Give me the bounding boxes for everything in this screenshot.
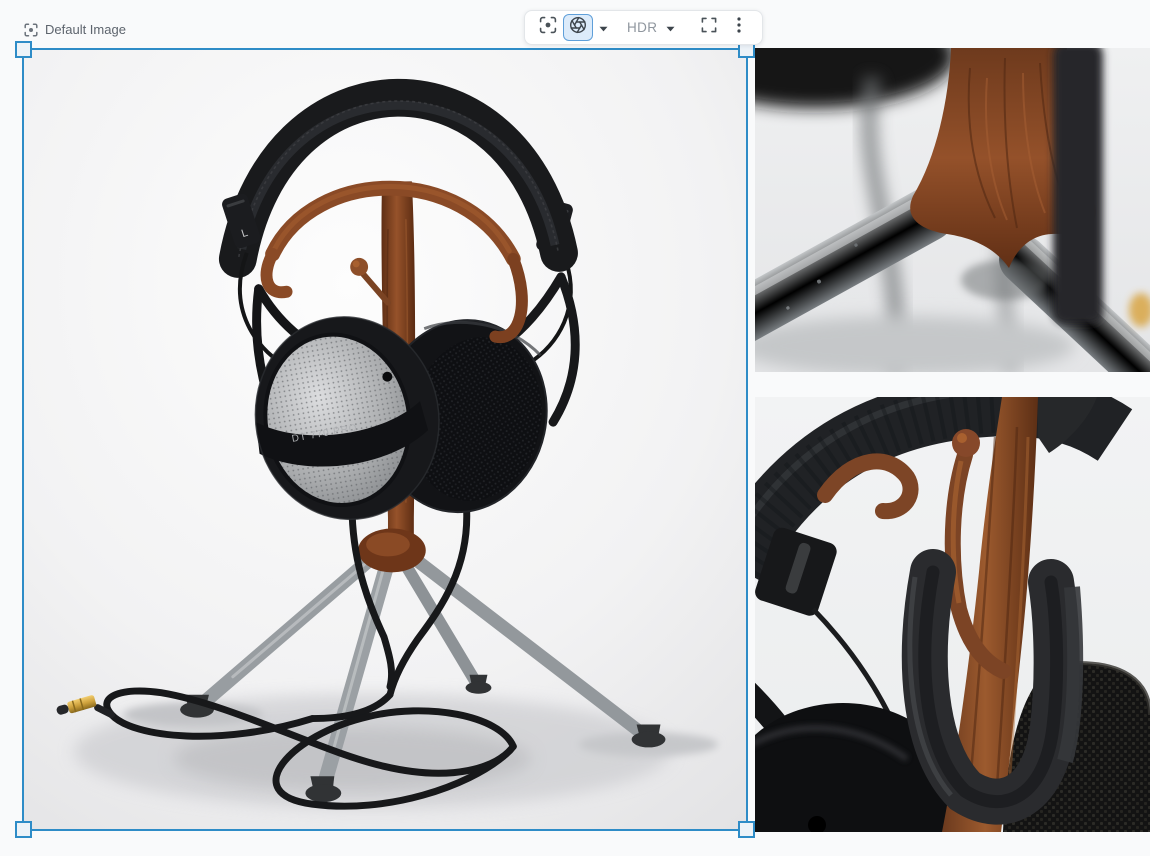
hdr-dropdown[interactable]: HDR (613, 19, 684, 37)
more-options-button[interactable] (724, 14, 754, 41)
selection-handle-bottom-right[interactable] (738, 821, 755, 838)
selection-handle-bottom-left[interactable] (15, 821, 32, 838)
viewport-label: Default Image (24, 22, 126, 38)
selection-frame[interactable]: L DT 770 PRO (22, 48, 748, 831)
detail-view-top[interactable] (755, 48, 1150, 372)
frame-icon (24, 23, 38, 37)
fullscreen-icon (701, 17, 717, 38)
detail-view-bottom[interactable] (755, 397, 1150, 832)
viewport-label-text: Default Image (45, 22, 126, 38)
focus-button[interactable] (533, 14, 563, 41)
caret-down-icon (666, 19, 675, 37)
selection-handle-top-left[interactable] (15, 41, 32, 58)
main-render-view[interactable]: L DT 770 PRO (24, 50, 746, 829)
render-mode-button[interactable] (563, 14, 593, 41)
hdr-label: HDR (627, 20, 657, 35)
focus-target-icon (539, 16, 557, 39)
kebab-menu-icon (737, 17, 741, 38)
fullscreen-button[interactable] (694, 14, 724, 41)
render-mode-caret[interactable] (593, 14, 613, 41)
caret-down-icon (599, 19, 608, 37)
canvas: Default Image (0, 0, 1150, 856)
floating-toolbar: HDR (524, 10, 763, 45)
aperture-icon (569, 16, 587, 39)
